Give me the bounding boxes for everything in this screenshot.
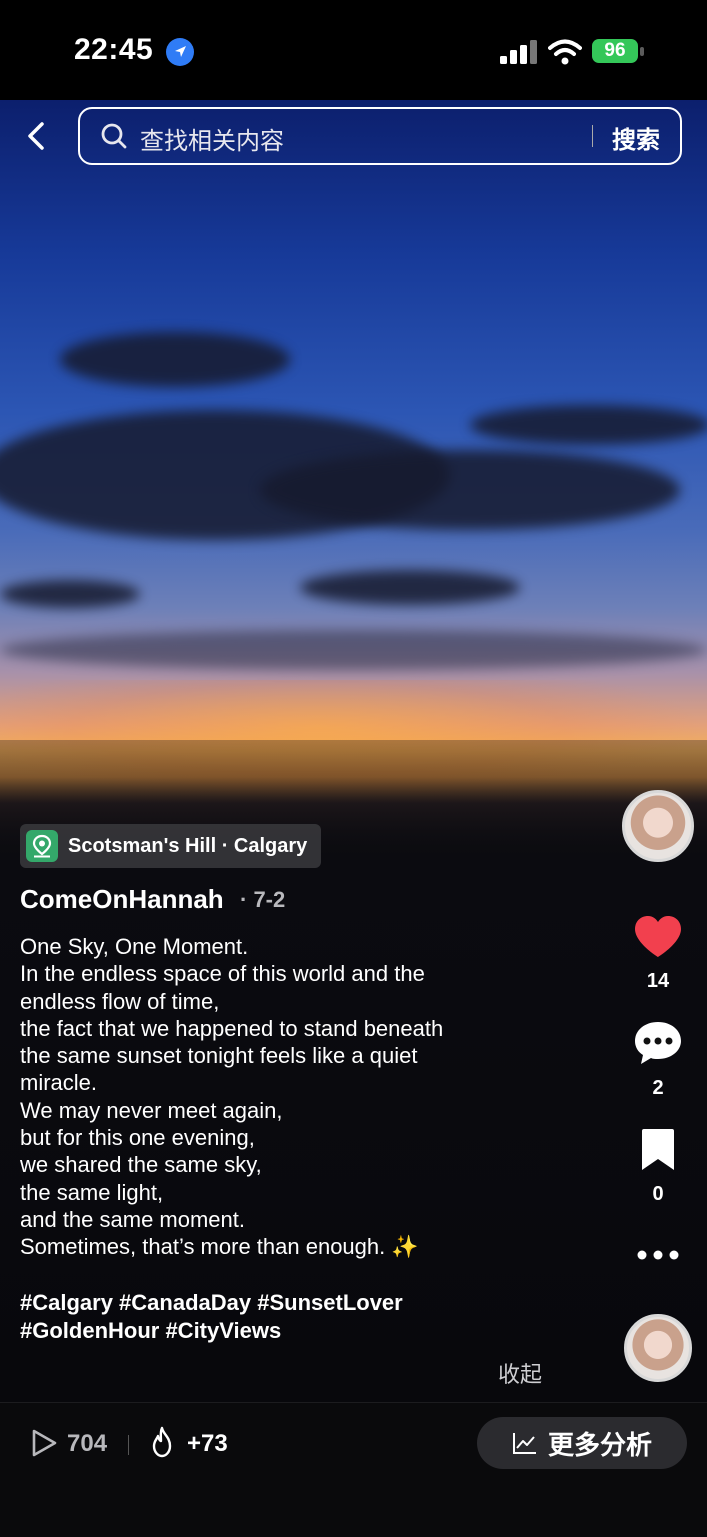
more-analysis-label: 更多分析 [547, 1429, 652, 1460]
cloud-shape [260, 450, 680, 530]
battery-level: 96 [604, 40, 626, 61]
more-options-button[interactable] [630, 1248, 686, 1267]
comment-count: 2 [652, 1077, 664, 1099]
caption-line: the same light, [20, 1179, 164, 1205]
location-arrow-icon [166, 38, 194, 66]
comment-bubble-icon [635, 1022, 681, 1064]
cloud-shape [0, 580, 140, 608]
bookmark-count: 0 [652, 1183, 664, 1205]
view-count: 704 [67, 1430, 108, 1457]
collapse-button[interactable]: 收起 [498, 1357, 542, 1389]
bottom-bar: 704 +73 更多分析 [0, 1402, 707, 1537]
status-bar: 22:45 96 [0, 0, 707, 100]
caption-line: One Sky, One Moment. [20, 934, 249, 959]
caption-line: the fact that we happened to stand benea… [20, 1015, 444, 1041]
caption-line: miracle. [20, 1070, 98, 1096]
more-dots-icon [637, 1250, 679, 1260]
caption-line: we shared the same sky, [20, 1152, 262, 1178]
search-bar[interactable]: 查找相关内容 搜索 [78, 107, 682, 165]
bookmark-button[interactable]: 0 [630, 1128, 686, 1206]
cloud-shape [300, 570, 520, 605]
search-button[interactable]: 搜索 [612, 120, 660, 155]
battery-tip [640, 47, 644, 56]
caption-line: Sometimes, that’s more than enough. ✨ [20, 1234, 419, 1260]
caption-line: In the endless space of this world and t… [20, 961, 425, 987]
flame-icon [152, 1426, 172, 1458]
comment-button[interactable]: 2 [630, 1020, 686, 1100]
caption-line: endless flow of time, [20, 988, 220, 1014]
like-button[interactable]: 14 [630, 915, 686, 993]
cellular-signal-icon [500, 40, 537, 64]
caption-line: the same sunset tonight feels like a qui… [20, 1043, 418, 1069]
location-tag[interactable]: Scotsman's Hill · Calgary [20, 824, 322, 868]
hashtag-line[interactable]: #Calgary #CanadaDay #SunsetLover [20, 1289, 403, 1317]
like-count: 14 [646, 970, 670, 992]
author-name[interactable]: ComeOnHannah [20, 884, 224, 915]
cloud-shape [0, 630, 707, 670]
bottom-divider [128, 1435, 129, 1455]
battery-indicator: 96 [592, 39, 638, 63]
hashtag-list[interactable]: #Calgary #CanadaDay #SunsetLover #Golden… [20, 1289, 403, 1344]
search-placeholder[interactable]: 查找相关内容 [140, 121, 284, 156]
cloud-shape [470, 405, 707, 445]
cloud-shape [60, 332, 290, 387]
location-name: Scotsman's Hill · Calgary [68, 834, 308, 857]
wifi-icon [548, 39, 582, 65]
map-pin-icon [26, 830, 58, 862]
caption-line: We may never meet again, [20, 1097, 283, 1123]
search-icon [101, 123, 127, 149]
more-analysis-button[interactable]: 更多分析 [477, 1417, 687, 1469]
back-icon[interactable] [22, 118, 52, 154]
caption-line: and the same moment. [20, 1206, 246, 1232]
status-time: 22:45 [74, 33, 154, 66]
author-avatar[interactable] [622, 790, 694, 862]
line-chart-icon [512, 1433, 536, 1454]
hot-count: +73 [187, 1430, 228, 1457]
post-date: · 7-2 [240, 887, 286, 912]
search-divider [592, 125, 593, 147]
heart-icon [635, 916, 681, 957]
my-avatar[interactable] [624, 1314, 692, 1382]
play-icon [32, 1429, 57, 1457]
post-caption: One Sky, One Moment. In the endless spac… [20, 933, 580, 1261]
bookmark-icon [642, 1129, 674, 1170]
hashtag-line[interactable]: #GoldenHour #CityViews [20, 1317, 403, 1345]
caption-line: but for this one evening, [20, 1125, 255, 1151]
